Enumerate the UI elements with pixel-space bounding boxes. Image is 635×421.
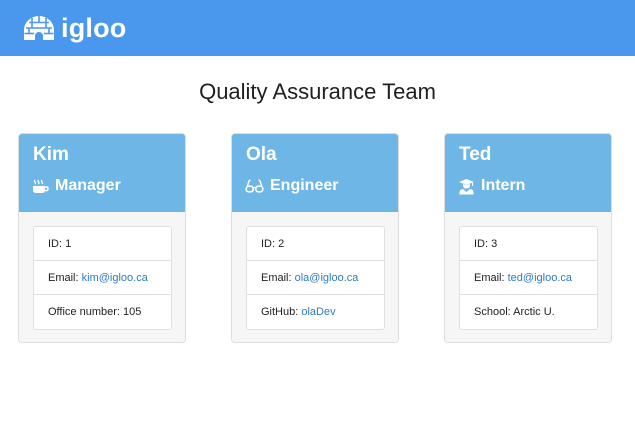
brand[interactable]: igloo bbox=[23, 12, 126, 44]
card-header: Ted Intern bbox=[445, 134, 611, 212]
role-label: Manager bbox=[55, 177, 121, 194]
email-link[interactable]: ola@igloo.ca bbox=[295, 272, 359, 284]
navbar: igloo bbox=[0, 0, 635, 56]
employee-role: Intern bbox=[458, 175, 525, 197]
card-header: Ola Engineer bbox=[232, 134, 398, 212]
card-header: Kim Manager bbox=[19, 134, 185, 212]
employee-card: Ted Intern ID: 3 Email: ted@igloo.ca Sch… bbox=[444, 133, 612, 343]
email-link[interactable]: ted@igloo.ca bbox=[508, 272, 572, 284]
school-item: School: Arctic U. bbox=[474, 306, 555, 318]
email-item: Email: kim@igloo.ca bbox=[34, 261, 171, 295]
id-value: 1 bbox=[65, 238, 72, 250]
role-label: Intern bbox=[481, 177, 526, 194]
office-number-value: 105 bbox=[123, 306, 142, 318]
id-item: ID: 2 bbox=[247, 227, 384, 261]
github-link[interactable]: olaDev bbox=[301, 306, 335, 318]
id-item: ID: 3 bbox=[460, 227, 597, 261]
graduate-icon bbox=[459, 178, 474, 194]
brand-name: igloo bbox=[61, 12, 127, 43]
id-value: 3 bbox=[491, 238, 498, 250]
school-value: Arctic U. bbox=[513, 306, 555, 318]
igloo-icon bbox=[24, 16, 54, 40]
employee-card: Kim Manager ID: 1 Email: kim@igloo.ca Of… bbox=[18, 133, 186, 343]
github-item: GitHub: olaDev bbox=[261, 306, 336, 318]
office-number-item: Office number: 105 bbox=[48, 306, 142, 318]
page-title: Quality Assurance Team bbox=[199, 79, 436, 104]
id-item: ID: 1 bbox=[34, 227, 171, 261]
id-value: 2 bbox=[278, 238, 285, 250]
employee-name: Ola bbox=[246, 144, 277, 165]
info-list: ID: 1 Email: kim@igloo.ca Office number:… bbox=[33, 226, 172, 330]
info-list: ID: 3 Email: ted@igloo.ca School: Arctic… bbox=[459, 226, 598, 330]
email-link[interactable]: kim@igloo.ca bbox=[82, 272, 148, 284]
role-label: Engineer bbox=[270, 177, 339, 194]
email-item: Email: ola@igloo.ca bbox=[247, 261, 384, 295]
employee-role: Manager bbox=[32, 175, 121, 197]
employee-name: Kim bbox=[33, 144, 69, 165]
coffee-icon bbox=[33, 179, 49, 193]
employee-role: Engineer bbox=[245, 175, 338, 197]
email-item: Email: ted@igloo.ca bbox=[460, 261, 597, 295]
employee-card: Ola Engineer ID: 2 Email: ola@igloo.ca G… bbox=[231, 133, 399, 343]
glasses-icon bbox=[245, 179, 264, 193]
info-list: ID: 2 Email: ola@igloo.ca GitHub: olaDev bbox=[246, 226, 385, 330]
employee-name: Ted bbox=[459, 144, 492, 165]
